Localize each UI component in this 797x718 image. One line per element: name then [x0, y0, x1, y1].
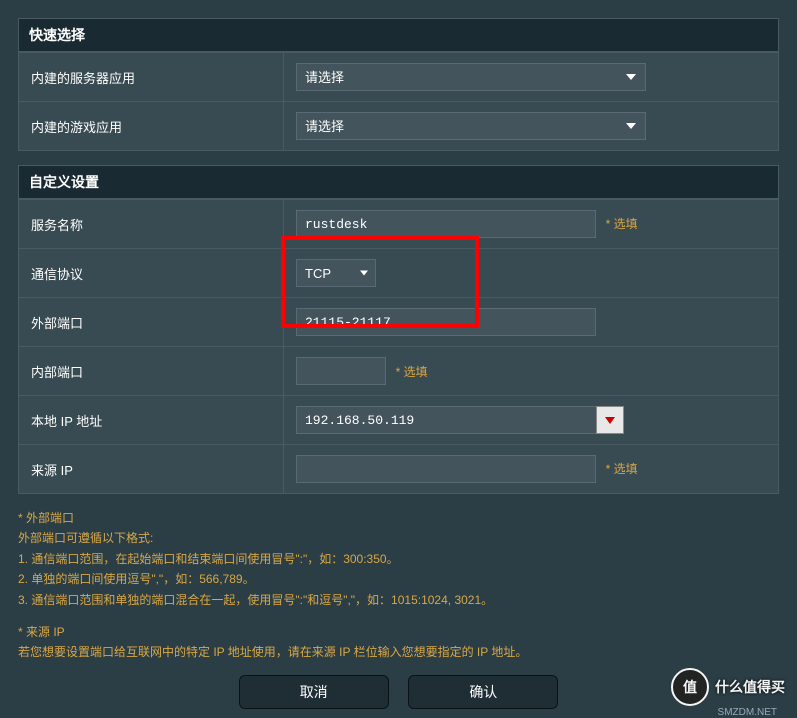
confirm-button[interactable]: 确认 — [408, 675, 558, 709]
cancel-button[interactable]: 取消 — [239, 675, 389, 709]
protocol-select[interactable]: TCP — [296, 259, 376, 287]
button-row: 取消 确认 — [18, 675, 779, 709]
local-ip-label: 本地 IP 地址 — [19, 396, 284, 445]
external-port-input[interactable] — [296, 308, 596, 336]
source-ip-input[interactable] — [296, 455, 596, 483]
required-hint: * 选填 — [606, 217, 638, 231]
protocol-label: 通信协议 — [19, 249, 284, 298]
watermark-text: 什么值得买 — [715, 677, 785, 697]
game-app-label: 内建的游戏应用 — [19, 102, 284, 151]
server-app-label: 内建的服务器应用 — [19, 53, 284, 102]
service-name-input[interactable] — [296, 210, 596, 238]
help-external-port: * 外部端口 外部端口可遵循以下格式: 1. 通信端口范围，在起始端口和结束端口… — [18, 508, 779, 610]
custom-settings-table: 服务名称 * 选填 通信协议 TCP 外部端口 内部端口 * 选填 本地 IP … — [18, 199, 779, 494]
source-ip-label: 来源 IP — [19, 445, 284, 494]
game-app-select[interactable]: 请选择 — [296, 112, 646, 140]
custom-settings-header: 自定义设置 — [18, 165, 779, 199]
internal-port-input[interactable] — [296, 357, 386, 385]
required-hint: * 选填 — [606, 462, 638, 476]
quick-select-table: 内建的服务器应用 请选择 内建的游戏应用 请选择 — [18, 52, 779, 151]
watermark-sub: SMZDM.NET — [718, 707, 777, 718]
service-name-label: 服务名称 — [19, 200, 284, 249]
local-ip-input[interactable] — [296, 406, 596, 434]
quick-select-header: 快速选择 — [18, 18, 779, 52]
watermark-badge-icon: 值 — [671, 668, 709, 706]
external-port-label: 外部端口 — [19, 298, 284, 347]
server-app-select[interactable]: 请选择 — [296, 63, 646, 91]
internal-port-label: 内部端口 — [19, 347, 284, 396]
watermark: 值 什么值得买 — [671, 668, 785, 706]
help-source-ip: * 来源 IP 若您想要设置端口给互联网中的特定 IP 地址使用，请在来源 IP… — [18, 622, 779, 663]
required-hint: * 选填 — [396, 365, 428, 379]
local-ip-dropdown-button[interactable] — [596, 406, 624, 434]
